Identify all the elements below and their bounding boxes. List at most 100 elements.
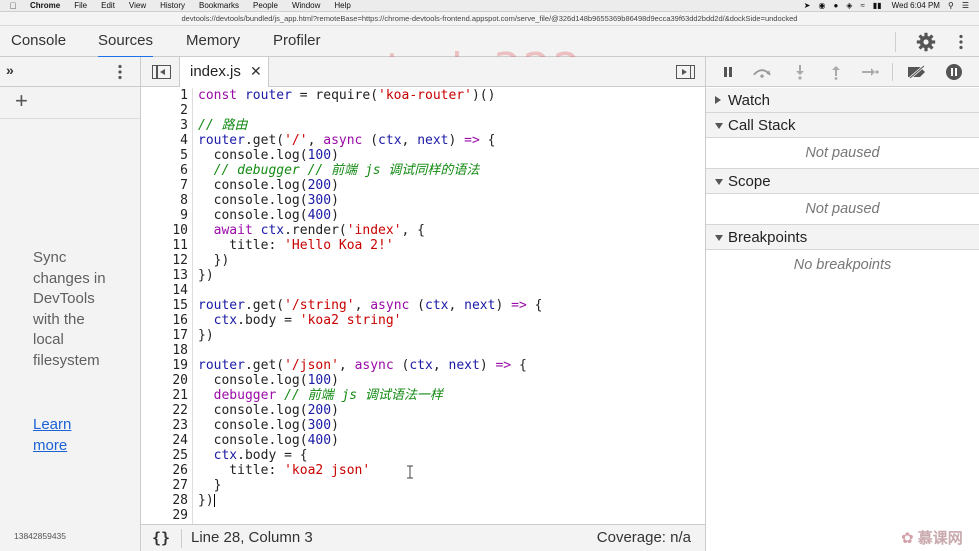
code-line[interactable]: 25 ctx.body = { (141, 448, 705, 463)
code-line[interactable]: 10 await ctx.render('index', { (141, 223, 705, 238)
line-number[interactable]: 29 (141, 508, 188, 523)
code-line[interactable]: 26 title: 'koa2 json' (141, 463, 705, 478)
code-line[interactable]: 19 router.get('/json', async (ctx, next) … (141, 358, 705, 373)
code-line[interactable]: 11 title: 'Hello Koa 2!' (141, 238, 705, 253)
menu-window[interactable]: Window (292, 0, 320, 12)
line-number[interactable]: 22 (141, 403, 188, 418)
line-number[interactable]: 2 (141, 103, 188, 118)
line-number[interactable]: 15 (141, 298, 188, 313)
line-number[interactable]: 11 (141, 238, 188, 253)
line-number[interactable]: 1 (141, 88, 188, 103)
section-watch[interactable]: Watch (706, 88, 979, 113)
line-number[interactable]: 14 (141, 283, 188, 298)
line-number[interactable]: 13 (141, 268, 188, 283)
pretty-print-button[interactable]: {} (152, 529, 170, 547)
code-line[interactable]: 3 // 路由 (141, 118, 705, 133)
code-line[interactable]: 16 ctx.body = 'koa2 string' (141, 313, 705, 328)
tab-profiler[interactable]: Profiler (273, 26, 321, 57)
line-number[interactable]: 7 (141, 178, 188, 193)
code-line[interactable]: 13}) (141, 268, 705, 283)
customize-devtools-button[interactable] (953, 30, 969, 54)
line-number[interactable]: 6 (141, 163, 188, 178)
code-line[interactable]: 9 console.log(400) (141, 208, 705, 223)
line-number[interactable]: 16 (141, 313, 188, 328)
line-number[interactable]: 12 (141, 253, 188, 268)
step-out-button[interactable] (826, 63, 846, 81)
deactivate-breakpoints-button[interactable] (905, 63, 929, 81)
add-folder-button[interactable]: + (15, 90, 28, 112)
section-scope[interactable]: Scope (706, 169, 979, 194)
toggle-debugger-button[interactable] (676, 65, 695, 79)
chat-icon[interactable]: ◈ (846, 0, 852, 12)
pause-button[interactable] (718, 63, 738, 81)
line-number[interactable]: 23 (141, 418, 188, 433)
line-number[interactable]: 8 (141, 193, 188, 208)
apple-icon[interactable]:  (8, 0, 18, 12)
line-number[interactable]: 24 (141, 433, 188, 448)
pause-on-exceptions-button[interactable] (944, 63, 964, 81)
code-line[interactable]: 14 (141, 283, 705, 298)
line-number[interactable]: 18 (141, 343, 188, 358)
line-number[interactable]: 20 (141, 373, 188, 388)
code-line[interactable]: 1 const router = require('koa-router')() (141, 88, 705, 103)
line-number[interactable]: 21 (141, 388, 188, 403)
learn-more-link[interactable]: Learn more (33, 415, 93, 456)
menu-clock[interactable]: Wed 6:04 PM (892, 0, 940, 12)
line-number[interactable]: 4 (141, 133, 188, 148)
code-line[interactable]: 5 console.log(100) (141, 148, 705, 163)
line-number[interactable]: 19 (141, 358, 188, 373)
line-number[interactable]: 26 (141, 463, 188, 478)
coverage-status[interactable]: Coverage: n/a (597, 529, 691, 546)
code-line[interactable]: 8 console.log(300) (141, 193, 705, 208)
step-over-button[interactable] (752, 63, 772, 81)
notification-center-icon[interactable]: ☰ (962, 0, 969, 12)
step-button[interactable] (860, 63, 880, 81)
line-number[interactable]: 5 (141, 148, 188, 163)
tab-console[interactable]: Console (11, 26, 66, 57)
code-line[interactable]: 4 router.get('/', async (ctx, next) => { (141, 133, 705, 148)
code-line[interactable]: 7 console.log(200) (141, 178, 705, 193)
code-line[interactable]: 24 console.log(400) (141, 433, 705, 448)
spotlight-icon[interactable]: ⚲ (948, 0, 954, 12)
menu-help[interactable]: Help (334, 0, 350, 12)
settings-button[interactable] (914, 30, 938, 54)
menu-app-name[interactable]: Chrome (30, 0, 60, 12)
code-line[interactable]: 15 router.get('/string', async (ctx, next… (141, 298, 705, 313)
code-line[interactable]: 12 }) (141, 253, 705, 268)
section-call-stack[interactable]: Call Stack (706, 113, 979, 138)
record-icon[interactable]: ◉ (818, 0, 825, 12)
line-number[interactable]: 3 (141, 118, 188, 133)
code-line[interactable]: 6 // debugger // 前端 js 调试同样的语法 (141, 163, 705, 178)
code-line[interactable]: 22 console.log(200) (141, 403, 705, 418)
menu-view[interactable]: View (129, 0, 146, 12)
code-line[interactable]: 27 } (141, 478, 705, 493)
line-number[interactable]: 9 (141, 208, 188, 223)
code-line[interactable]: 21 debugger // 前端 js 调试语法一样 (141, 388, 705, 403)
code-editor[interactable]: 1 const router = require('koa-router')() 2… (141, 88, 705, 524)
navigator-menu-button[interactable] (113, 63, 127, 81)
file-tab-index-js[interactable]: index.js ✕ (179, 57, 269, 87)
line-number[interactable]: 28 (141, 493, 188, 508)
code-line[interactable]: 28}) (141, 493, 705, 508)
wechat-icon[interactable]: ● (833, 0, 838, 12)
code-line[interactable]: 29 (141, 508, 705, 523)
location-icon[interactable]: ➤ (804, 0, 811, 12)
close-icon[interactable]: ✕ (250, 63, 262, 80)
line-number[interactable]: 17 (141, 328, 188, 343)
menu-edit[interactable]: Edit (101, 0, 115, 12)
section-breakpoints[interactable]: Breakpoints (706, 225, 979, 250)
tab-memory[interactable]: Memory (186, 26, 240, 57)
menu-bookmarks[interactable]: Bookmarks (199, 0, 239, 12)
code-line[interactable]: 18 (141, 343, 705, 358)
code-line[interactable]: 20 console.log(100) (141, 373, 705, 388)
more-tabs-icon[interactable]: » (6, 62, 14, 78)
tab-sources[interactable]: Sources (98, 26, 154, 58)
line-number[interactable]: 27 (141, 478, 188, 493)
code-line[interactable]: 23 console.log(300) (141, 418, 705, 433)
line-number[interactable]: 25 (141, 448, 188, 463)
line-number[interactable]: 10 (141, 223, 188, 238)
menu-history[interactable]: History (160, 0, 185, 12)
menu-file[interactable]: File (74, 0, 87, 12)
wifi-icon[interactable]: ≈ (860, 0, 864, 12)
toggle-navigator-button[interactable] (152, 65, 171, 79)
